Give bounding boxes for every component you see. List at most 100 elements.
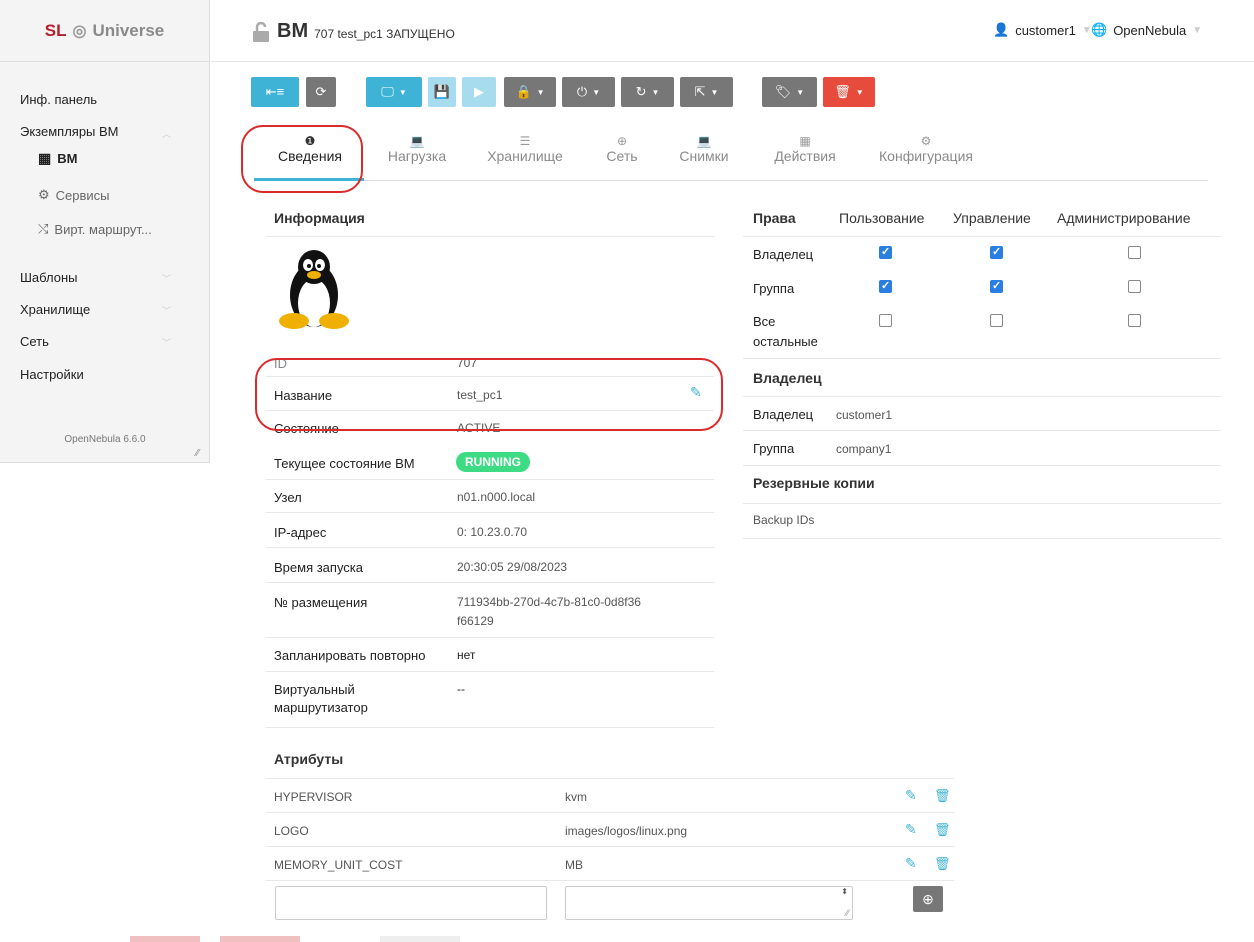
delete-attr-icon[interactable]: 🗑 <box>934 788 951 804</box>
sidebar-item-vms[interactable]: ▦ ВМ <box>38 150 77 167</box>
owner-admin-checkbox[interactable] <box>1128 246 1141 259</box>
vnc-button[interactable]: 🖵 ▼ <box>366 77 422 107</box>
sidebar-item-vm-instances[interactable]: Экземпляры ВМ <box>20 124 119 139</box>
save-button[interactable]: 💾 <box>428 77 456 107</box>
others-admin-checkbox[interactable] <box>1128 314 1141 327</box>
resched-value: нет <box>457 648 476 662</box>
tab-label: Снимки <box>679 148 729 164</box>
back-button[interactable]: ⇤≡ <box>251 77 299 107</box>
unlock-icon <box>253 21 269 42</box>
owner-manage-checkbox[interactable] <box>990 245 1003 259</box>
group-admin-checkbox[interactable] <box>1128 280 1141 293</box>
lock-button[interactable]: 🔒 ▼ <box>504 77 556 107</box>
delete-attr-icon[interactable]: 🗑 <box>934 822 951 838</box>
refresh-icon: ⟳ <box>315 84 327 99</box>
perm-row-others: Все <box>753 314 776 329</box>
services-icon: ⚙ <box>38 187 50 202</box>
play-button[interactable]: ▶ <box>462 77 496 107</box>
backup-ids-label: Backup IDs <box>753 513 815 527</box>
caret-down-icon: ▼ <box>651 87 660 97</box>
backup-section-title: Резервные копии <box>753 475 875 491</box>
export-button[interactable]: ⇱ ▼ <box>680 77 733 107</box>
globe-icon: 🌐 <box>1091 22 1108 37</box>
new-attr-value-textarea[interactable]: ⬍ ⁄⁄ <box>565 886 853 920</box>
tab-snapshots[interactable]: 💻 Снимки <box>676 134 732 164</box>
owner-label: Владелец <box>753 407 814 422</box>
globe-icon: ⊕ <box>616 134 628 148</box>
plus-circle-icon: ⊕ <box>922 890 934 907</box>
owner-section-title: Владелец <box>753 370 822 386</box>
resize-handle-icon[interactable]: ⁄⁄ <box>846 908 849 918</box>
trash-icon: 🗑 <box>834 84 851 99</box>
divider <box>266 547 714 548</box>
chevron-down-icon: ﹀ <box>162 306 172 316</box>
refresh-button[interactable]: ⟳ <box>306 77 336 107</box>
tab-capacity[interactable]: 💻 Нагрузка <box>382 134 452 164</box>
logo-sl: SL <box>44 20 67 40</box>
tab-actions[interactable]: ▦ Действия <box>770 134 840 164</box>
swirl-icon: ◎ <box>72 22 87 40</box>
laptop-icon: 💻 <box>696 134 712 148</box>
tab-label: Хранилище <box>487 148 563 164</box>
labels-button[interactable]: 🏷 ▼ <box>762 77 817 107</box>
sidebar-item-network[interactable]: Сеть <box>20 334 49 349</box>
others-use-checkbox[interactable] <box>879 314 892 327</box>
divider <box>266 671 714 672</box>
tab-network[interactable]: ⊕ Сеть <box>604 134 640 164</box>
edit-attr-icon[interactable]: ✎ <box>905 855 917 872</box>
new-attr-key-input[interactable] <box>275 886 547 920</box>
add-attr-button[interactable]: ⊕ <box>913 886 943 912</box>
group-use-checkbox[interactable] <box>879 279 892 293</box>
tab-storage[interactable]: ☰ Хранилище <box>482 134 568 164</box>
tag-icon: 🏷 <box>774 84 792 99</box>
group-label: Группа <box>753 441 795 456</box>
host-label: Узел <box>274 490 302 505</box>
reboot-button[interactable]: ↻ ▼ <box>621 77 674 107</box>
tab-label: Нагрузка <box>387 148 447 164</box>
caret-down-icon: ▼ <box>1192 24 1203 36</box>
play-icon: ▶ <box>474 84 484 99</box>
sidebar-item-templates[interactable]: Шаблоны <box>20 270 78 285</box>
divider <box>266 812 954 813</box>
perms-header-rights: Права <box>753 210 796 226</box>
resize-handle-icon[interactable]: ⁄⁄ <box>196 448 199 459</box>
sidebar: SL ◎ Universe Инф. панель Экземпляры ВМ … <box>0 0 210 463</box>
divider <box>743 396 1221 397</box>
status-badge: RUNNING <box>456 452 530 472</box>
sidebar-item-settings[interactable]: Настройки <box>20 367 84 382</box>
others-manage-checkbox[interactable] <box>990 314 1003 327</box>
calendar-icon: ▦ <box>799 134 811 148</box>
user-name: customer1 <box>1015 22 1076 38</box>
delete-button[interactable]: 🗑 ▼ <box>823 77 875 107</box>
title-detail: 707 test_pc1 ЗАПУЩЕНО <box>314 26 455 41</box>
delete-attr-icon[interactable]: 🗑 <box>934 856 951 872</box>
database-icon: ☰ <box>519 134 531 148</box>
tab-configuration[interactable]: ⚙ Конфигурация <box>874 134 978 164</box>
sidebar-item-storage[interactable]: Хранилище <box>20 302 90 317</box>
export-icon: ⇱ <box>694 84 706 99</box>
owner-use-checkbox[interactable] <box>879 245 892 259</box>
divider <box>266 778 954 779</box>
edit-attr-icon[interactable]: ✎ <box>905 787 917 804</box>
power-button[interactable]: ⏻ ▼ <box>562 77 615 107</box>
chevron-down-icon: ﹀ <box>162 274 172 284</box>
tab-label: Конфигурация <box>879 148 973 164</box>
laptop-icon: 💻 <box>409 134 425 148</box>
vrouter-value: -- <box>457 682 465 696</box>
annotation-circle <box>241 125 363 193</box>
sidebar-item-dashboard[interactable]: Инф. панель <box>20 92 97 107</box>
sidebar-item-vrouters[interactable]: ⤭ Вирт. маршрут... <box>38 221 152 237</box>
user-menu[interactable]: 👤 customer1 ▼ <box>993 22 1092 38</box>
decorative-strip <box>0 936 1254 942</box>
edit-attr-icon[interactable]: ✎ <box>905 821 917 838</box>
resched-label: Запланировать повторно <box>274 648 426 663</box>
perms-header-admin: Администрирование <box>1057 210 1191 226</box>
group-value: company1 <box>836 442 892 456</box>
group-manage-checkbox[interactable] <box>990 279 1003 293</box>
back-list-icon: ⇤≡ <box>265 84 285 99</box>
zone-menu[interactable]: 🌐 OpenNebula ▼ <box>1091 22 1202 38</box>
brand-logo[interactable]: SL ◎ Universe <box>0 0 209 62</box>
divider <box>266 236 714 237</box>
divider <box>743 236 1221 237</box>
sidebar-item-services[interactable]: ⚙ Сервисы <box>38 187 110 203</box>
